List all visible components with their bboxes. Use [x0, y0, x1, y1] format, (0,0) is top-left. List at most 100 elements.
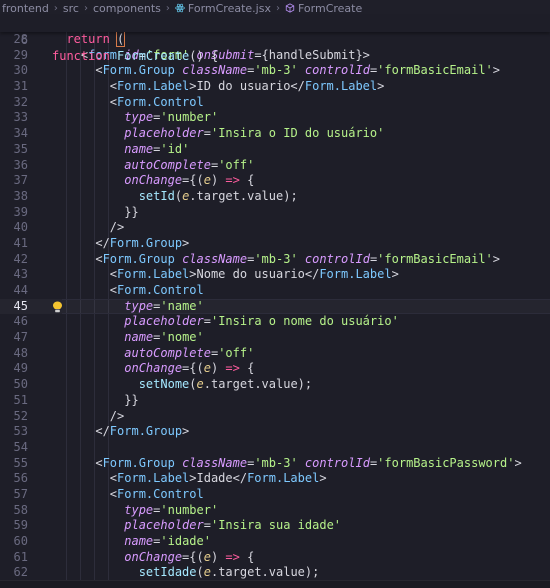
- code-token: e: [196, 377, 204, 392]
- code-line[interactable]: 54: [0, 440, 550, 456]
- code-token: Form.Group: [109, 424, 183, 439]
- code-token: <: [52, 486, 118, 501]
- code-line[interactable]: 43 <Form.Label>Nome do usuario</Form.Lab…: [0, 267, 550, 283]
- line-number: 62: [13, 565, 28, 580]
- code-line[interactable]: 37 onChange={(e) => {: [0, 173, 550, 189]
- code-token: 'Insira o ID do usuário': [210, 126, 385, 141]
- code-token: Form.Control: [117, 486, 204, 501]
- code-line[interactable]: 30 <Form.Group className='mb-3' controlI…: [0, 63, 550, 79]
- code-token: e: [203, 549, 211, 564]
- code-token: 'mb-3': [254, 63, 305, 78]
- code-token: >: [514, 455, 522, 470]
- code-line[interactable]: 60 name='idade': [0, 534, 550, 550]
- code-line[interactable]: 34 placeholder='Insira o ID do usuário': [0, 126, 550, 142]
- code-token: name: [124, 141, 154, 156]
- code-line[interactable]: 42 <Form.Group className='mb-3' controlI…: [0, 252, 550, 268]
- code-token: </: [52, 424, 110, 439]
- sticky-line[interactable]: 6 function FormCreate() {: [0, 16, 550, 63]
- line-number: 42: [13, 251, 28, 266]
- code-token: placeholder: [124, 314, 204, 329]
- breadcrumb-item-src[interactable]: src: [61, 2, 81, 15]
- code-line[interactable]: 47 name='nome': [0, 330, 550, 346]
- line-number: 43: [13, 267, 28, 282]
- code-token: }}: [52, 392, 139, 407]
- code-line[interactable]: 53 </Form.Group>: [0, 424, 550, 440]
- code-line[interactable]: 32 <Form.Control: [0, 95, 550, 111]
- line-number: 31: [13, 79, 28, 94]
- code-line[interactable]: 38 setId(e.target.value);: [0, 189, 550, 205]
- code-token: placeholder: [124, 518, 204, 533]
- code-token: controlId: [304, 251, 370, 266]
- code-line[interactable]: 35 name='id': [0, 142, 550, 158]
- code-editor[interactable]: 28 return (29 <form id='form' onSubmit={…: [0, 32, 550, 580]
- code-token: =: [203, 314, 211, 329]
- breadcrumb-item-frontend[interactable]: frontend: [0, 2, 51, 15]
- code-token: Form.Control: [117, 94, 204, 109]
- line-number: 36: [13, 157, 28, 172]
- code-line[interactable]: 55 <Form.Group className='mb-3' controlI…: [0, 456, 550, 472]
- line-number: 53: [13, 424, 28, 439]
- code-text: autoComplete='off': [52, 346, 254, 362]
- code-token: />: [52, 408, 125, 423]
- code-line[interactable]: 62 setIdade(e.target.value);: [0, 565, 550, 580]
- code-line[interactable]: 33 type='number': [0, 110, 550, 126]
- code-token: ={(: [182, 173, 204, 188]
- code-token: ): [210, 549, 226, 564]
- breadcrumb-separator: ›: [83, 2, 88, 14]
- code-line[interactable]: 40 />: [0, 220, 550, 236]
- code-line[interactable]: 36 autoComplete='off': [0, 158, 550, 174]
- code-token: <: [52, 471, 118, 486]
- code-line[interactable]: 39 }}: [0, 205, 550, 221]
- code-text: <Form.Label>Idade</Form.Label>: [52, 471, 327, 487]
- code-text: />: [52, 409, 124, 425]
- code-text: <Form.Group className='mb-3' controlId='…: [52, 252, 500, 268]
- code-line[interactable]: 49 onChange={(e) => {: [0, 361, 550, 377]
- code-line[interactable]: 31 <Form.Label>ID do usuario</Form.Label…: [0, 79, 550, 95]
- code-token: 'Insira sua idade': [210, 518, 342, 533]
- code-token: >: [182, 235, 190, 250]
- code-text: setId(e.target.value);: [52, 189, 298, 205]
- code-token: name: [124, 330, 154, 345]
- line-number: 52: [13, 408, 28, 423]
- code-line[interactable]: 59 placeholder='Insira sua idade': [0, 518, 550, 534]
- code-token: 'idade': [160, 534, 211, 548]
- code-token: Form.Label: [304, 79, 378, 94]
- code-line[interactable]: 48 autoComplete='off': [0, 346, 550, 362]
- code-line[interactable]: 52 />: [0, 409, 550, 425]
- code-token: className: [182, 455, 248, 470]
- breadcrumb-item-components[interactable]: components: [91, 2, 163, 15]
- line-number: 39: [13, 204, 28, 219]
- code-text: }}: [52, 392, 139, 409]
- code-token: =: [203, 518, 211, 533]
- code-line[interactable]: 56 <Form.Label>Idade</Form.Label>: [0, 471, 550, 487]
- code-token: Form.Label: [117, 471, 190, 486]
- code-token: Form.Label: [319, 267, 392, 282]
- code-line[interactable]: 50 setNome(e.target.value);: [0, 377, 550, 393]
- code-line[interactable]: 44 <Form.Control: [0, 283, 550, 299]
- breadcrumb-item-symbol[interactable]: FormCreate: [283, 2, 364, 15]
- code-line-active[interactable]: 45 type='name': [0, 298, 550, 315]
- code-line[interactable]: 41 </Form.Group>: [0, 236, 550, 252]
- code-line[interactable]: 58 type='number': [0, 503, 550, 519]
- code-text: name='idade': [52, 534, 211, 550]
- code-token: setIdade: [138, 565, 197, 580]
- code-token: 'Insira o nome do usuário': [210, 314, 399, 329]
- code-text: </Form.Group>: [52, 236, 189, 252]
- breadcrumb-separator: ›: [53, 2, 58, 14]
- code-text: <Form.Group className='mb-3' controlId='…: [52, 455, 522, 472]
- sticky-scroll-header[interactable]: 6 function FormCreate() {: [0, 16, 550, 63]
- code-line[interactable]: 57 <Form.Control: [0, 487, 550, 503]
- code-line[interactable]: 51 }}: [0, 393, 550, 409]
- code-token: setNome: [138, 377, 190, 392]
- code-line[interactable]: 46 placeholder='Insira o nome do usuário…: [0, 314, 550, 330]
- code-token: type: [124, 502, 154, 517]
- code-token: onChange: [124, 173, 183, 188]
- code-token: </: [52, 235, 110, 250]
- breadcrumb-item-file[interactable]: FormCreate.jsx: [173, 2, 273, 15]
- code-line[interactable]: 28 return (: [0, 32, 550, 48]
- code-line[interactable]: 61 onChange={(e) => {: [0, 550, 550, 566]
- code-token: (: [115, 32, 126, 47]
